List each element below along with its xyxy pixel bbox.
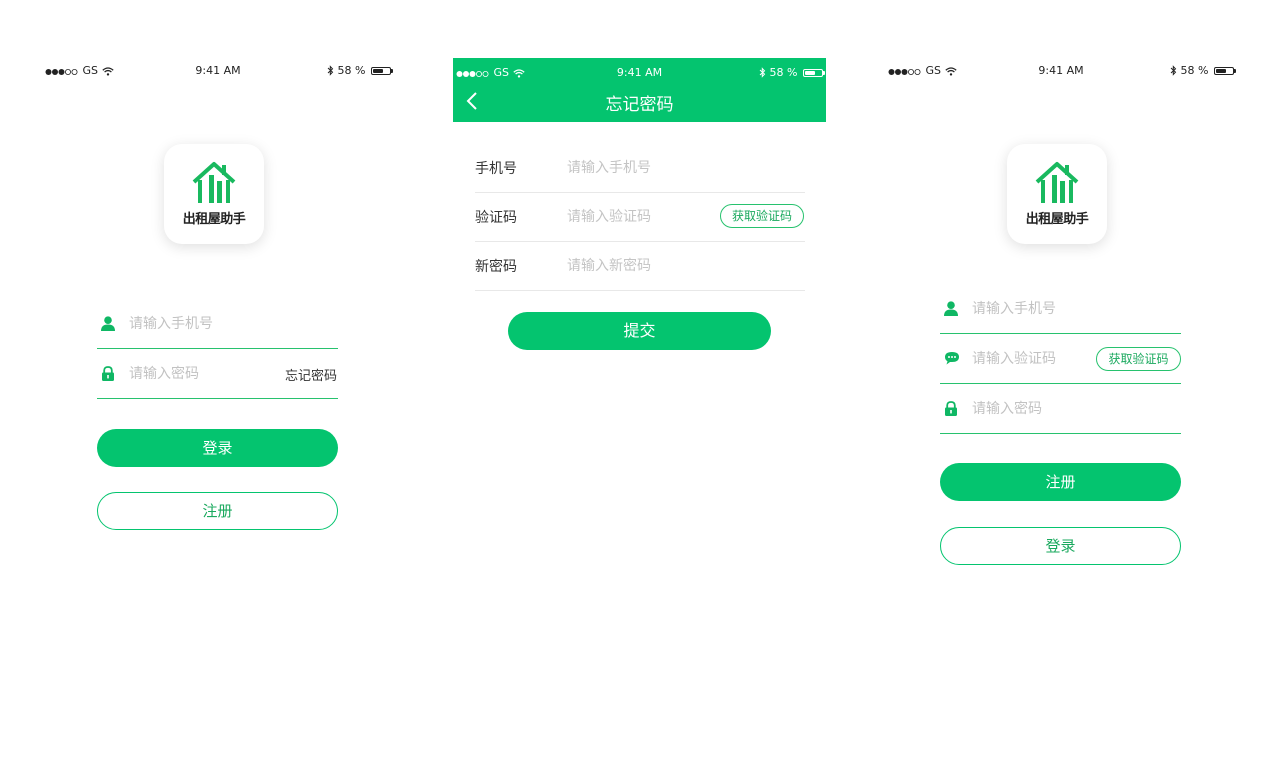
code-input[interactable] [567,205,707,229]
status-right: 58 % [327,64,393,77]
password-field: 忘记密码 [97,350,338,399]
login-button[interactable]: 登录 [97,429,338,467]
register-button[interactable]: 注册 [940,463,1181,501]
lock-icon [102,366,114,381]
app-logo: 出租屋助手 [1007,144,1107,244]
status-right: 58 % [759,66,825,79]
new-password-label: 新密码 [475,259,517,275]
login-button[interactable]: 登录 [940,527,1181,565]
phone-input[interactable] [129,312,279,336]
code-input[interactable] [972,347,1087,371]
code-field: 获取验证码 [940,335,1181,384]
message-icon [945,352,959,365]
get-code-button[interactable]: 获取验证码 [1096,347,1181,371]
battery-percent: 58 % [337,64,366,77]
house-logo-icon [192,162,236,203]
submit-button[interactable]: 提交 [508,312,771,350]
status-bar: GS 9:41 AM 58 % [885,58,1237,82]
battery-icon [371,67,393,75]
battery-icon [1214,67,1236,75]
logo-wordmark: 出租屋助手 [1025,212,1089,227]
phone-input[interactable] [567,156,707,180]
new-password-input[interactable] [567,254,707,278]
register-button[interactable]: 注册 [97,492,338,530]
phone-row: 手机号 [475,144,805,193]
status-right: 58 % [1170,64,1236,77]
phone-field [97,300,338,349]
battery-percent: 58 % [1180,64,1209,77]
forgot-password-screen: GS 9:41 AM 58 % 忘记密码 手机号 验证码 获取验证码 新密码 提… [453,58,826,758]
phone-input[interactable] [972,297,1122,321]
new-password-row: 新密码 [475,242,805,291]
phone-field [940,285,1181,334]
bluetooth-icon [1170,65,1177,76]
phone-label: 手机号 [475,161,517,177]
page-title: 忘记密码 [605,95,674,115]
lock-icon [945,401,957,416]
password-field [940,385,1181,434]
code-label: 验证码 [475,210,517,226]
house-logo-icon [1035,162,1079,203]
password-input[interactable] [129,362,279,386]
code-row: 验证码 获取验证码 [475,193,805,242]
bluetooth-icon [759,67,766,78]
user-icon [101,316,115,331]
battery-icon [803,69,825,77]
password-input[interactable] [972,397,1122,421]
app-logo: 出租屋助手 [164,144,264,244]
login-screen: GS 9:41 AM 58 % 出租屋助手 忘记密码 登录 注册 [42,58,394,758]
status-bar: GS 9:41 AM 58 % [453,60,826,84]
get-code-button[interactable]: 获取验证码 [720,204,804,228]
user-icon [944,301,958,316]
nav-header: GS 9:41 AM 58 % 忘记密码 [453,58,826,122]
bluetooth-icon [327,65,334,76]
forgot-password-link[interactable]: 忘记密码 [285,365,337,384]
register-screen: GS 9:41 AM 58 % 出租屋助手 获取验证码 注册 [885,58,1237,758]
battery-percent: 58 % [769,66,798,79]
logo-wordmark: 出租屋助手 [182,212,246,227]
status-bar: GS 9:41 AM 58 % [42,58,394,82]
